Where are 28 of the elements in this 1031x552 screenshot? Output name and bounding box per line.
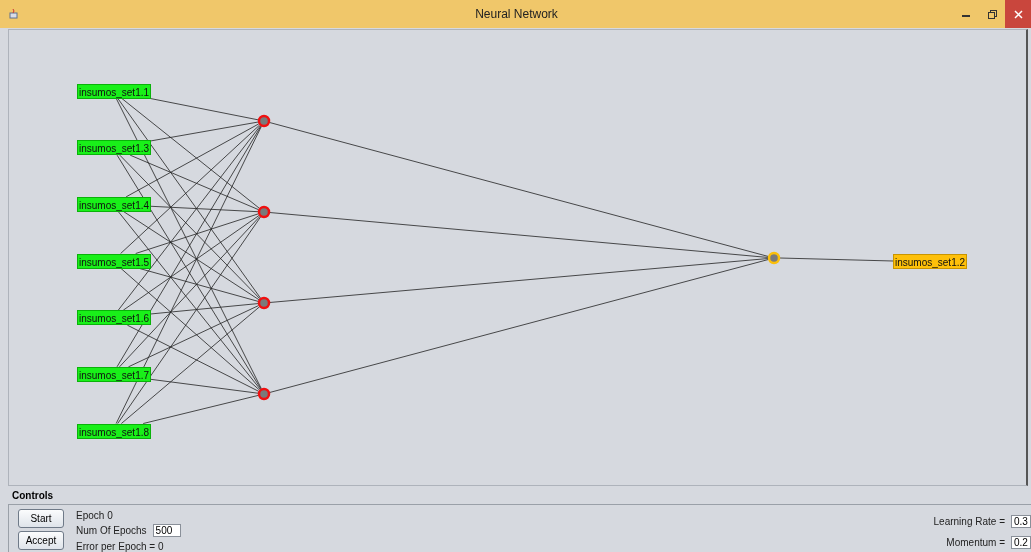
input-node-label: insumos_set1.1 [77, 83, 152, 99]
accept-button[interactable]: Accept [18, 531, 64, 550]
learning-rate-field[interactable]: 0.3 [1011, 515, 1031, 528]
num-epochs-label: Num Of Epochs [76, 525, 147, 536]
input-node-label: insumos_set1.8 [77, 423, 152, 439]
error-text: Error per Epoch = 0 [76, 540, 164, 552]
hidden-neuron [257, 205, 271, 219]
output-neuron [767, 251, 781, 265]
input-node-label: insumos_set1.4 [77, 196, 152, 212]
java-cup-icon [8, 8, 20, 20]
restore-icon [987, 9, 997, 19]
input-node-label: insumos_set1.6 [77, 310, 152, 326]
epoch-text: Epoch 0 [76, 509, 113, 521]
close-icon [1013, 9, 1023, 19]
window-title: Neural Network [474, 7, 559, 21]
controls-title: Controls [12, 490, 55, 502]
hidden-neuron [257, 114, 271, 128]
num-epochs-field[interactable]: 500 [152, 524, 181, 537]
start-button[interactable]: Start [18, 509, 64, 528]
learning-rate-label: Learning Rate = [933, 516, 1005, 527]
momentum-field[interactable]: 0.2 [1011, 536, 1031, 549]
input-node-label: insumos_set1.5 [77, 253, 152, 269]
hidden-neuron [257, 387, 271, 401]
input-node-label: insumos_set1.3 [77, 140, 152, 156]
input-node-label: insumos_set1.7 [77, 366, 152, 382]
hidden-neuron [257, 296, 271, 310]
output-node-label: insumos_set1.2 [893, 253, 968, 269]
momentum-label: Momentum = [946, 537, 1005, 548]
